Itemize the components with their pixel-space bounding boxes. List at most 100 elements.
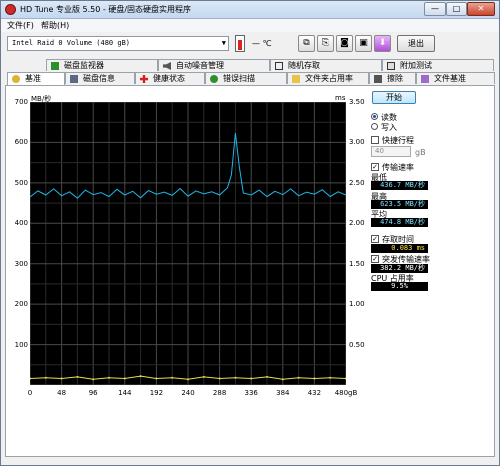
maximize-button[interactable]: □ xyxy=(446,2,467,16)
y-tick-label-right: 2.50 xyxy=(349,178,365,187)
access-time-point xyxy=(123,377,126,380)
access-time-checkbox[interactable]: ✓ xyxy=(371,235,379,243)
random-access-icon xyxy=(275,62,283,70)
health-icon xyxy=(140,75,148,83)
tab-file-benchmark[interactable]: 文件基准 xyxy=(416,72,495,84)
tab-aam[interactable]: 自动噪音管理 xyxy=(158,59,270,71)
y-tick-label-left: 300 xyxy=(14,259,28,268)
tab-error-scan[interactable]: 错误扫描 xyxy=(205,72,287,84)
burst-rate-checkbox[interactable]: ✓ xyxy=(371,255,379,263)
min-value: 436.7 MB/秒 xyxy=(371,181,428,190)
access-time-point xyxy=(92,378,95,381)
access-time-point xyxy=(29,377,31,380)
access-time-point xyxy=(155,377,158,380)
tab-health[interactable]: 健康状态 xyxy=(135,72,205,84)
access-time-point xyxy=(281,378,284,381)
tab-disk-info[interactable]: 磁盘信息 xyxy=(65,72,135,84)
thermometer-icon xyxy=(235,35,245,52)
write-radio[interactable] xyxy=(371,123,378,130)
transfer-rate-checkbox[interactable]: ✓ xyxy=(371,163,379,171)
access-time-point xyxy=(108,376,110,379)
close-button[interactable]: ✕ xyxy=(467,2,495,16)
y-tick-label-right: 2.00 xyxy=(349,219,365,228)
menu-bar: 文件(F) 帮助(H) xyxy=(1,19,499,32)
short-stroke-label: 快捷行程 xyxy=(382,136,414,145)
toolbar: Intel Raid 0 Volume (480 gB) ▼ — ℃ ⧉ ⎘ ◙… xyxy=(1,32,499,56)
access-time-point xyxy=(76,375,79,378)
access-time-point xyxy=(44,376,47,379)
title-bar[interactable]: HD Tune 专业版 5.50 - 硬盘/固态硬盘实用程序 — □ ✕ xyxy=(1,1,499,19)
disk-info-icon xyxy=(70,75,78,83)
error-scan-icon xyxy=(210,75,218,83)
access-time-point xyxy=(218,377,221,380)
right-axis-unit: ms xyxy=(335,94,346,102)
speaker-icon xyxy=(163,62,171,70)
y-tick-label-right: 0.50 xyxy=(349,340,365,349)
chevron-down-icon: ▼ xyxy=(221,39,226,47)
y-tick-label-left: 100 xyxy=(14,340,28,349)
cpu-usage-value: 9.5% xyxy=(371,282,428,291)
benchmark-chart xyxy=(29,101,347,386)
y-tick-label-left: 500 xyxy=(14,178,28,187)
short-stroke-input[interactable]: 40 xyxy=(371,146,411,157)
folder-icon xyxy=(292,75,300,83)
app-logo-icon xyxy=(5,4,16,15)
menu-file[interactable]: 文件(F) xyxy=(7,20,34,31)
access-time-point xyxy=(139,375,142,378)
tab-random-access[interactable]: 随机存取 xyxy=(270,59,382,71)
temperature-readout: — ℃ xyxy=(252,39,272,48)
drive-select[interactable]: Intel Raid 0 Volume (480 gB) ▼ xyxy=(7,36,229,51)
tab-benchmark[interactable]: 基准 xyxy=(7,72,65,85)
tab-folder-usage[interactable]: 文件夹占用率 xyxy=(287,72,369,84)
tab-row-top: 磁盘监视器 自动噪音管理 随机存取 附加测试 xyxy=(1,59,499,71)
y-tick-label-left: 700 xyxy=(14,98,28,106)
short-stroke-checkbox[interactable] xyxy=(371,136,379,144)
copy-icon[interactable]: ⧉ xyxy=(298,35,315,52)
access-time-point xyxy=(250,377,253,380)
benchmark-icon xyxy=(12,75,20,83)
access-time-point xyxy=(187,378,189,381)
write-label: 写入 xyxy=(381,123,397,132)
access-time-point xyxy=(171,376,174,379)
access-time-value: 0.083 ms xyxy=(371,244,428,253)
chart-svg xyxy=(29,101,347,386)
tab-extra-tests[interactable]: 附加测试 xyxy=(382,59,494,71)
access-time-point xyxy=(297,376,300,379)
access-time-point xyxy=(329,376,332,379)
max-value: 623.5 MB/秒 xyxy=(371,200,428,209)
read-radio[interactable] xyxy=(371,113,378,120)
y-tick-label-left: 400 xyxy=(14,219,28,228)
y-tick-label-left: 200 xyxy=(14,300,28,309)
extra-test-icon xyxy=(387,62,395,70)
y-tick-label-right: 1.50 xyxy=(349,259,365,268)
minimize-button[interactable]: — xyxy=(424,2,446,16)
y-tick-label-right: 3.50 xyxy=(349,98,365,106)
download-icon[interactable]: ⬇ xyxy=(374,35,391,52)
burst-rate-value: 382.2 MB/秒 xyxy=(371,264,428,273)
tab-row-bottom: 基准 磁盘信息 健康状态 错误扫描 文件夹占用率 擦除 文件基准 xyxy=(1,72,499,85)
access-time-point xyxy=(345,377,347,380)
app-window: HD Tune 专业版 5.50 - 硬盘/固态硬盘实用程序 — □ ✕ 文件(… xyxy=(0,0,500,466)
access-time-point xyxy=(266,375,268,378)
erase-icon xyxy=(374,75,382,83)
tab-erase[interactable]: 擦除 xyxy=(369,72,416,84)
menu-help[interactable]: 帮助(H) xyxy=(41,20,69,31)
window-title: HD Tune 专业版 5.50 - 硬盘/固态硬盘实用程序 xyxy=(20,5,192,14)
access-time-point xyxy=(313,377,316,380)
y-tick-label-left: 600 xyxy=(14,138,28,147)
copy-info-icon[interactable]: ⎘ xyxy=(317,35,334,52)
save-icon[interactable]: ▣ xyxy=(355,35,372,52)
camera-icon[interactable]: ◙ xyxy=(336,35,353,52)
monitor-icon xyxy=(51,62,59,70)
exit-button[interactable]: 退出 xyxy=(397,35,435,52)
access-time-point xyxy=(234,376,237,379)
start-button[interactable]: 开始 xyxy=(372,91,416,104)
file-benchmark-icon xyxy=(421,75,429,83)
x-tick-label: 480gB xyxy=(334,389,358,397)
y-tick-label-right: 3.00 xyxy=(349,138,365,147)
drive-select-value: Intel Raid 0 Volume (480 gB) xyxy=(12,39,131,47)
y-tick-label-right: 1.00 xyxy=(349,300,365,309)
access-time-point xyxy=(202,375,205,378)
tab-disk-monitor[interactable]: 磁盘监视器 xyxy=(46,59,158,71)
avg-value: 474.8 MB/秒 xyxy=(371,218,428,227)
